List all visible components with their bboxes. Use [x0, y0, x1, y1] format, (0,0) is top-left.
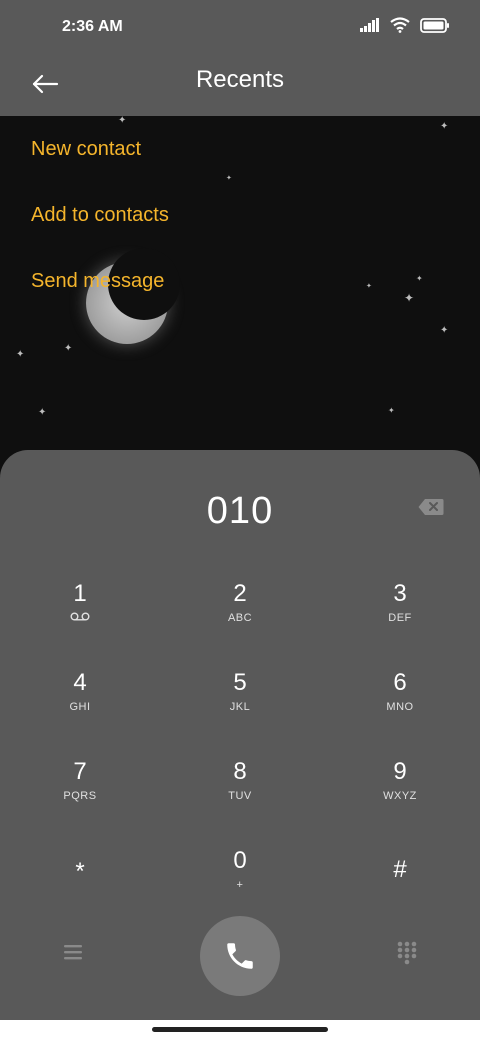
backspace-icon: [418, 499, 444, 515]
dialpad-toggle-button[interactable]: [396, 940, 418, 966]
dialed-number: 010: [206, 490, 274, 532]
key-7[interactable]: 7 PQRS: [20, 758, 140, 828]
backspace-button[interactable]: [418, 498, 444, 516]
key-letters: WXYZ: [383, 790, 417, 802]
dialpad-icon: [397, 941, 417, 965]
navigation-bar: [0, 1020, 480, 1040]
star-icon: ✦: [16, 349, 25, 360]
key-6[interactable]: 6 MNO: [340, 669, 460, 739]
key-digit: *: [75, 858, 85, 885]
night-background: ✦ ✦ ✦ ✦ ✦ ✦ ✦ ✦ ✦ ✦ ✦: [0, 116, 480, 476]
key-9[interactable]: 9 WXYZ: [340, 758, 460, 828]
key-digit: #: [393, 856, 407, 883]
key-digit: 4: [73, 669, 87, 696]
key-letters: ABC: [227, 612, 253, 624]
key-star[interactable]: *: [20, 858, 140, 928]
key-digit: 2: [233, 580, 247, 607]
battery-icon: [420, 17, 449, 33]
phone-icon: [227, 943, 253, 969]
key-digit: 5: [233, 669, 247, 696]
star-icon: ✦: [118, 116, 127, 126]
key-letters: MNO: [386, 701, 414, 713]
star-icon: ✦: [366, 283, 372, 290]
key-digit: 3: [393, 580, 407, 607]
key-5[interactable]: 5 JKL: [180, 669, 300, 739]
new-contact-button[interactable]: New contact: [31, 138, 141, 161]
add-to-contacts-button[interactable]: Add to contacts: [31, 204, 169, 227]
key-0[interactable]: 0 +: [180, 847, 300, 917]
page-title: Recents: [195, 66, 285, 93]
key-digit: 7: [73, 758, 87, 785]
key-8[interactable]: 8 TUV: [180, 758, 300, 828]
key-hash[interactable]: #: [340, 856, 460, 926]
send-message-button[interactable]: Send message: [31, 270, 164, 293]
key-digit: 0: [233, 847, 247, 874]
wifi-icon: [390, 17, 410, 33]
star-icon: ✦: [226, 175, 232, 182]
key-digit: 9: [393, 758, 407, 785]
status-bar: 2:36 AM: [0, 0, 480, 56]
key-letters: +: [236, 879, 244, 891]
key-4[interactable]: 4 GHI: [20, 669, 140, 739]
star-icon: ✦: [440, 121, 449, 132]
key-letters: JKL: [229, 701, 251, 713]
key-3[interactable]: 3 DEF: [340, 580, 460, 650]
star-icon: ✦: [404, 291, 415, 305]
key-letters: TUV: [228, 790, 252, 802]
star-icon: ✦: [38, 407, 47, 418]
key-digit: 6: [393, 669, 407, 696]
dialpad-panel: 010 1 2 ABC 3 DEF 4 GHI 5 JKL 6 MNO 7 PQ…: [0, 450, 480, 1020]
star-icon: ✦: [64, 343, 73, 354]
key-letters: GHI: [69, 701, 91, 713]
status-icons: [360, 17, 450, 33]
star-icon: ✦: [440, 325, 449, 336]
key-letters: DEF: [388, 612, 412, 624]
signal-icon: [360, 18, 379, 32]
key-digit: 8: [233, 758, 247, 785]
menu-icon: [64, 945, 82, 960]
star-icon: ✦: [416, 274, 423, 283]
key-2[interactable]: 2 ABC: [180, 580, 300, 650]
star-icon: ✦: [388, 406, 395, 415]
key-letters: [20, 612, 140, 624]
menu-button[interactable]: [62, 942, 84, 962]
key-1[interactable]: 1: [20, 580, 140, 650]
key-digit: 1: [73, 580, 87, 607]
home-indicator[interactable]: [152, 1027, 328, 1032]
status-time: 2:36 AM: [62, 18, 123, 35]
voicemail-icon: [70, 612, 90, 621]
header: Recents: [0, 56, 480, 116]
key-letters: PQRS: [63, 790, 97, 802]
call-button[interactable]: [200, 916, 280, 996]
